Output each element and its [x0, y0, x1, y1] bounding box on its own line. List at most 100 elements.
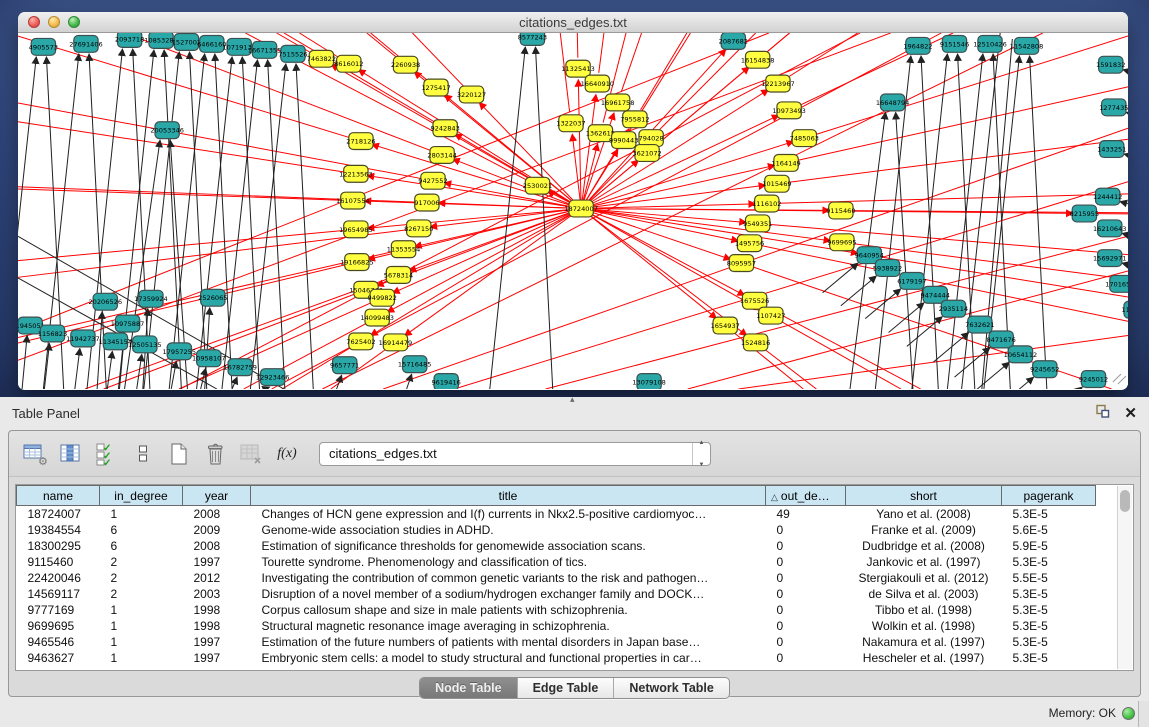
graph-node[interactable]: 7515526: [278, 45, 307, 62]
graph-node[interactable]: 9427552: [418, 172, 447, 189]
cell-in_degree[interactable]: 1: [100, 618, 183, 634]
graph-node[interactable]: 1244412: [1093, 188, 1122, 205]
graph-node[interactable]: 15692971: [1093, 250, 1127, 267]
tab-node-table[interactable]: Node Table: [420, 678, 517, 698]
table-row[interactable]: 1830029562008Estimation of significance …: [17, 538, 1096, 554]
graph-node[interactable]: 17016504: [1105, 275, 1128, 292]
graph-node[interactable]: 1275417: [421, 79, 450, 96]
graph-node[interactable]: 2935114: [939, 300, 968, 317]
cell-name[interactable]: 9777169: [17, 602, 100, 618]
graph-node[interactable]: 2718126: [346, 133, 375, 150]
tab-network-table[interactable]: Network Table: [614, 678, 729, 698]
cell-short[interactable]: Yano et al. (2008): [846, 506, 1002, 522]
cell-pagerank[interactable]: 5.6E-5: [1002, 522, 1096, 538]
cell-title[interactable]: Estimation of the future numbers of pati…: [251, 634, 766, 650]
table-row[interactable]: 946554611997Estimation of the future num…: [17, 634, 1096, 650]
graph-node[interactable]: 10975887: [111, 315, 145, 332]
cell-short[interactable]: Stergiakouli et al. (2012): [846, 570, 1002, 586]
select-all-rows-icon[interactable]: ✓ ✓ ✓: [93, 439, 121, 469]
graph-node[interactable]: 18724007: [564, 200, 598, 217]
graph-node[interactable]: 14099483: [360, 309, 394, 326]
graph-node[interactable]: 17359924: [134, 290, 168, 307]
cell-in_degree[interactable]: 1: [100, 650, 183, 666]
graph-node[interactable]: 5678314: [384, 267, 413, 284]
graph-node[interactable]: 917006: [414, 194, 439, 211]
select-column-icon[interactable]: [57, 439, 85, 469]
graph-node[interactable]: 16961758: [601, 94, 635, 111]
cell-title[interactable]: Structural magnetic resonance image aver…: [251, 618, 766, 634]
dropdown-stepper-icon[interactable]: ▲▼: [692, 443, 710, 465]
cell-name[interactable]: 14569117: [17, 586, 100, 602]
delete-table-icon[interactable]: [201, 439, 229, 469]
graph-node[interactable]: 12213967: [761, 75, 795, 92]
graph-node[interactable]: 9245012: [1079, 371, 1108, 388]
graph-node[interactable]: 20053346: [150, 122, 184, 139]
float-panel-icon[interactable]: [1095, 404, 1110, 424]
graph-node[interactable]: 2803144: [427, 147, 456, 164]
cell-in_degree[interactable]: 1: [100, 506, 183, 522]
graph-node[interactable]: 15716485: [398, 356, 432, 373]
maximize-window-button[interactable]: [68, 16, 80, 28]
graph-node[interactable]: 1107427: [756, 307, 785, 324]
cell-title[interactable]: Investigating the contribution of common…: [251, 570, 766, 586]
table-row[interactable]: 1938455462009Genome-wide association stu…: [17, 522, 1096, 538]
close-panel-icon[interactable]: ✕: [1124, 406, 1137, 422]
network-window[interactable]: citations_edges.txt 49055732769140620937…: [18, 12, 1128, 390]
graph-node[interactable]: 8215955: [1070, 205, 1099, 222]
table-select-dropdown[interactable]: citations_edges.txt ▲▼: [319, 442, 711, 466]
graph-node[interactable]: 9699695: [827, 234, 856, 251]
cell-out_degree[interactable]: 0: [766, 602, 846, 618]
graph-node[interactable]: 7632621: [965, 316, 994, 333]
cell-out_degree[interactable]: 0: [766, 650, 846, 666]
graph-node[interactable]: 3621072: [632, 145, 661, 162]
minimize-window-button[interactable]: [48, 16, 60, 28]
cell-in_degree[interactable]: 1: [100, 634, 183, 650]
graph-node[interactable]: 1015469: [762, 175, 791, 192]
table-row[interactable]: 911546021997Tourette syndrome. Phenomeno…: [17, 554, 1096, 570]
network-window-titlebar[interactable]: citations_edges.txt: [18, 12, 1128, 33]
cell-name[interactable]: 22420046: [17, 570, 100, 586]
cell-pagerank[interactable]: 5.9E-5: [1002, 538, 1096, 554]
column-header-in_degree[interactable]: in_degree: [100, 486, 183, 506]
graph-node[interactable]: 9990443: [609, 132, 638, 149]
graph-node[interactable]: 8577243: [518, 33, 547, 45]
graph-node[interactable]: 16210643: [1093, 220, 1127, 237]
cell-name[interactable]: 18724007: [17, 506, 100, 522]
cell-year[interactable]: 2009: [183, 522, 251, 538]
cell-pagerank[interactable]: 5.3E-5: [1002, 506, 1096, 522]
graph-node[interactable]: 7625402: [346, 333, 375, 350]
table-row[interactable]: 1456911722003Disruption of a novel membe…: [17, 586, 1096, 602]
cell-pagerank[interactable]: 5.3E-5: [1002, 618, 1096, 634]
column-header-out_degree[interactable]: △out_de…: [766, 486, 846, 506]
graph-node[interactable]: 1156823: [38, 325, 67, 342]
cell-out_degree[interactable]: 0: [766, 634, 846, 650]
cell-name[interactable]: 18300295: [17, 538, 100, 554]
cell-year[interactable]: 1997: [183, 634, 251, 650]
graph-node[interactable]: 2260938: [391, 56, 420, 73]
column-header-name[interactable]: name: [17, 486, 100, 506]
new-table-icon[interactable]: [165, 439, 193, 469]
graph-node[interactable]: 1167334: [1121, 301, 1128, 318]
cell-year[interactable]: 1997: [183, 554, 251, 570]
cell-out_degree[interactable]: 0: [766, 586, 846, 602]
cell-title[interactable]: Changes of HCN gene expression and I(f) …: [251, 506, 766, 522]
graph-node[interactable]: 8616012: [334, 55, 363, 72]
close-window-button[interactable]: [28, 16, 40, 28]
cell-short[interactable]: Franke et al. (2009): [846, 522, 1002, 538]
cell-pagerank[interactable]: 5.3E-5: [1002, 650, 1096, 666]
table-row[interactable]: 969969511998Structural magnetic resonanc…: [17, 618, 1096, 634]
table-row[interactable]: 1872400712008Changes of HCN gene express…: [17, 506, 1096, 522]
cell-pagerank[interactable]: 5.3E-5: [1002, 586, 1096, 602]
graph-node[interactable]: 3220127: [457, 86, 486, 103]
graph-node[interactable]: 9549351: [743, 215, 772, 232]
graph-node[interactable]: 16782759: [223, 359, 257, 376]
cell-out_degree[interactable]: 49: [766, 506, 846, 522]
cell-short[interactable]: Dudbridge et al. (2008): [846, 538, 1002, 554]
network-graph-canvas[interactable]: 4905573276914062093718108532871527002646…: [18, 33, 1128, 389]
graph-node[interactable]: 2087682: [719, 33, 748, 49]
graph-node[interactable]: 9499822: [368, 289, 397, 306]
graph-node[interactable]: 9619416: [431, 374, 460, 389]
cell-name[interactable]: 9463627: [17, 650, 100, 666]
cell-year[interactable]: 1998: [183, 602, 251, 618]
graph-node[interactable]: 16640910: [581, 75, 615, 92]
